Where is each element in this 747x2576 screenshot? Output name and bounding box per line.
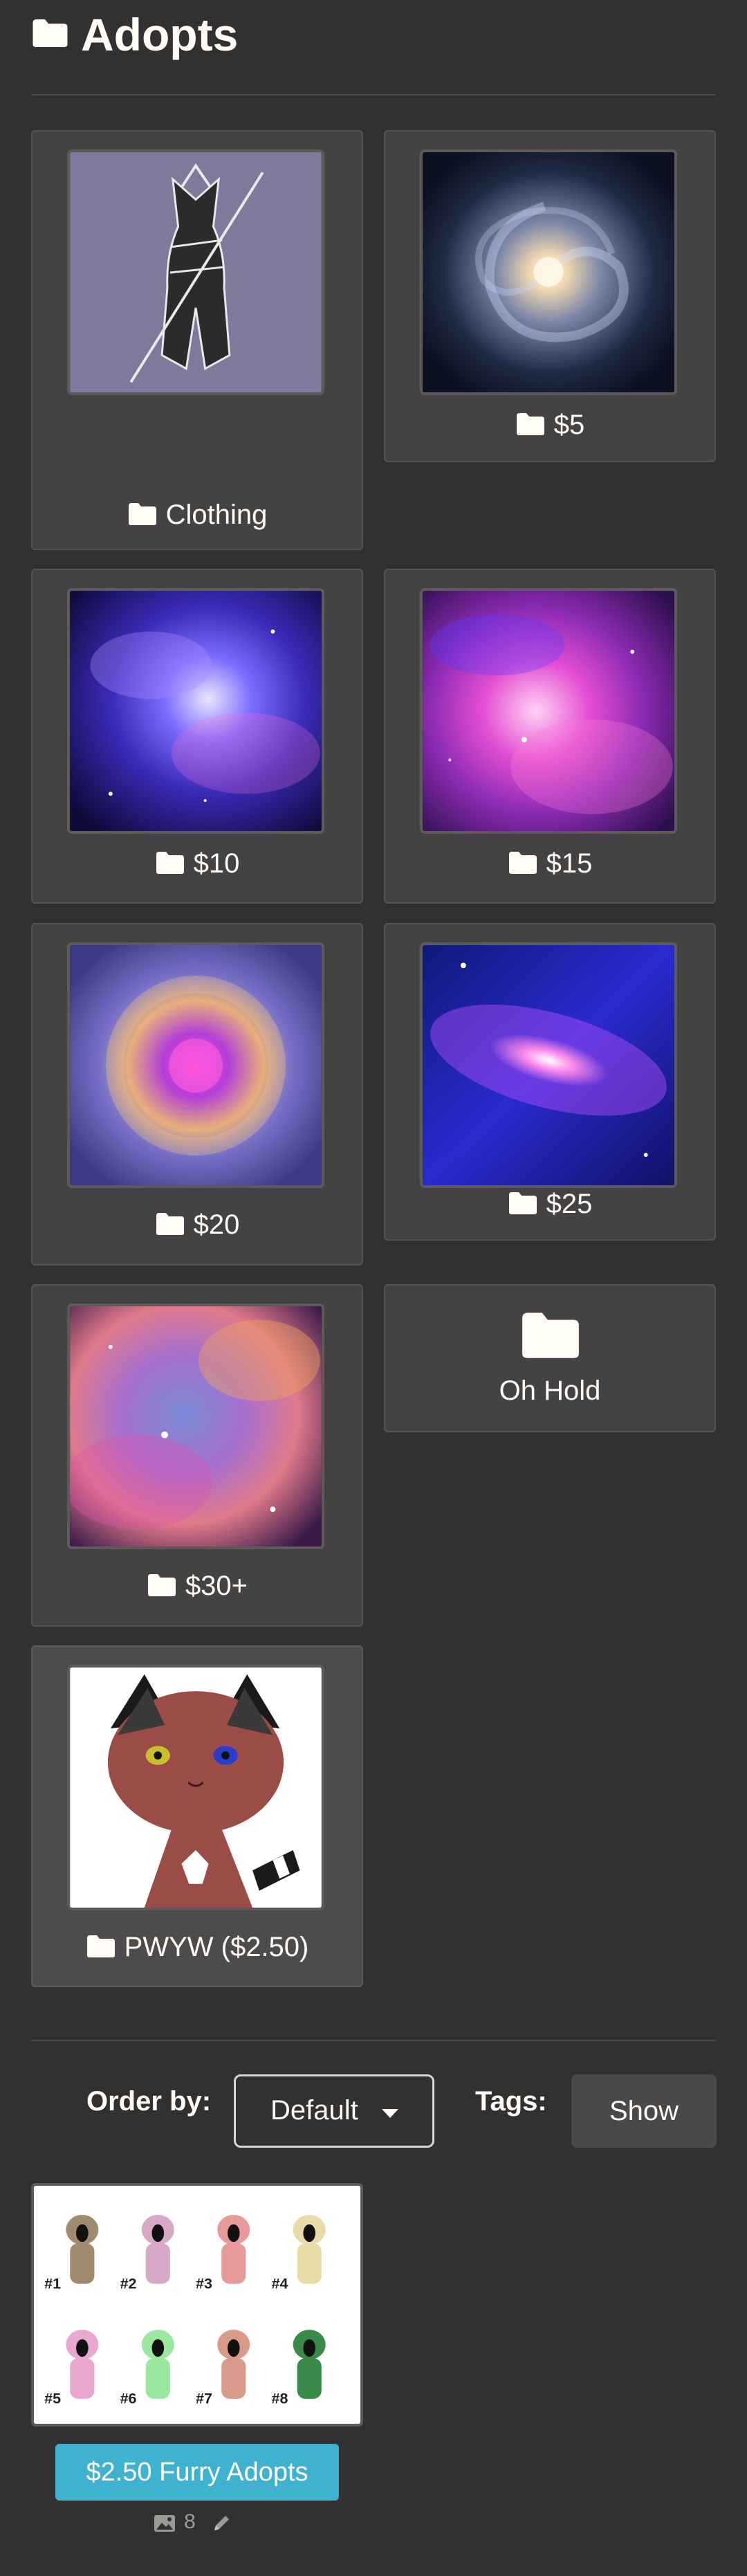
folder-icon: [519, 1309, 582, 1362]
folder-card-clothing[interactable]: Clothing: [31, 130, 363, 550]
adopt-creature: [293, 2215, 326, 2284]
folder-thumbnail[interactable]: [420, 588, 677, 834]
folder-card-30[interactable]: $30+: [31, 1284, 363, 1627]
submission-title-link[interactable]: $2.50 Furry Adopts: [55, 2444, 339, 2501]
folder-card-20[interactable]: $20: [31, 923, 363, 1266]
spiral-galaxy-image: [423, 152, 674, 392]
folder-thumbnail[interactable]: [67, 1304, 324, 1549]
folder-label[interactable]: $10: [33, 847, 362, 880]
helix-nebula-image: [70, 945, 322, 1185]
adopt-creature: [141, 2215, 174, 2284]
folder-icon: [86, 1934, 116, 1959]
image-count: 8: [184, 2510, 196, 2533]
caret-down-icon: [382, 2109, 398, 2118]
adopt-creature: [217, 2215, 250, 2284]
adopt-number-label: #8: [272, 2391, 288, 2407]
folder-icon: [508, 850, 538, 875]
adopt-number-label: #6: [120, 2391, 137, 2407]
folder-thumbnail[interactable]: [67, 942, 324, 1188]
blue-nebula-image: [70, 591, 322, 831]
adopt-number-label: #1: [44, 2276, 61, 2292]
adopt-creature: [66, 2215, 99, 2284]
adopt-number-label: #2: [120, 2276, 137, 2292]
folder-thumbnail[interactable]: [67, 588, 324, 834]
pencil-icon[interactable]: [212, 2512, 232, 2533]
folder-label[interactable]: $20: [33, 1208, 362, 1241]
folder-label[interactable]: $30+: [33, 1569, 362, 1602]
folder-thumbnail[interactable]: [67, 149, 324, 395]
order-by-dropdown[interactable]: Default: [234, 2074, 434, 2148]
folder-card-oh-hold[interactable]: Oh Hold: [384, 1284, 716, 1432]
adopt-creature: [217, 2330, 250, 2399]
folder-card-5[interactable]: $5: [384, 130, 716, 462]
image-icon: [154, 2515, 175, 2532]
page-title: Adopts: [81, 9, 239, 60]
adopts-sheet-image: #1 #2 #3 #4 #5 #6 #7 #8: [35, 2186, 360, 2424]
show-tags-button[interactable]: Show: [571, 2074, 717, 2148]
clothing-illustration: [70, 152, 322, 392]
adopt-number-label: #3: [196, 2276, 212, 2292]
folder-icon: [127, 502, 158, 527]
adopt-number-label: #7: [196, 2391, 212, 2407]
folder-label[interactable]: PWYW ($2.50): [33, 1930, 362, 1964]
folder-icon: [31, 17, 69, 49]
folder-icon: [155, 850, 185, 875]
folder-icon: [155, 1212, 185, 1236]
adopt-creature: [293, 2330, 326, 2399]
adopt-creature: [66, 2330, 99, 2399]
folder-icon: [147, 1573, 177, 1598]
folder-card-25[interactable]: $25: [384, 923, 716, 1241]
folder-label[interactable]: $15: [385, 847, 714, 880]
adopt-number-label: #4: [272, 2276, 288, 2292]
folder-card-pwyw[interactable]: PWYW ($2.50): [31, 1645, 363, 1987]
folder-thumbnail[interactable]: [420, 942, 677, 1188]
order-by-value: Default: [270, 2095, 358, 2126]
folder-label[interactable]: Clothing: [33, 498, 362, 531]
folder-label[interactable]: $5: [385, 408, 714, 441]
cat-character-image: [70, 1668, 322, 1908]
adopt-creature: [141, 2330, 174, 2399]
adopt-number-label: #5: [44, 2391, 61, 2407]
order-by-label: Order by:: [86, 2086, 212, 2117]
folder-label[interactable]: Oh Hold: [385, 1374, 714, 1407]
folder-icon: [508, 1191, 538, 1216]
folder-icon: [515, 412, 546, 437]
galaxy-image: [423, 945, 674, 1185]
folder-card-15[interactable]: $15: [384, 569, 716, 904]
page-header: Adopts: [31, 0, 716, 95]
section-divider: [31, 2040, 716, 2041]
folder-card-10[interactable]: $10: [31, 569, 363, 904]
tags-label: Tags:: [475, 2086, 547, 2117]
folder-thumbnail[interactable]: [420, 149, 677, 395]
folder-label[interactable]: $25: [385, 1187, 714, 1221]
colorful-nebula-image: [70, 1306, 322, 1546]
submission-thumbnail[interactable]: #1 #2 #3 #4 #5 #6 #7 #8: [31, 2183, 363, 2427]
pink-nebula-image: [423, 591, 674, 831]
folder-thumbnail[interactable]: [67, 1665, 324, 1910]
